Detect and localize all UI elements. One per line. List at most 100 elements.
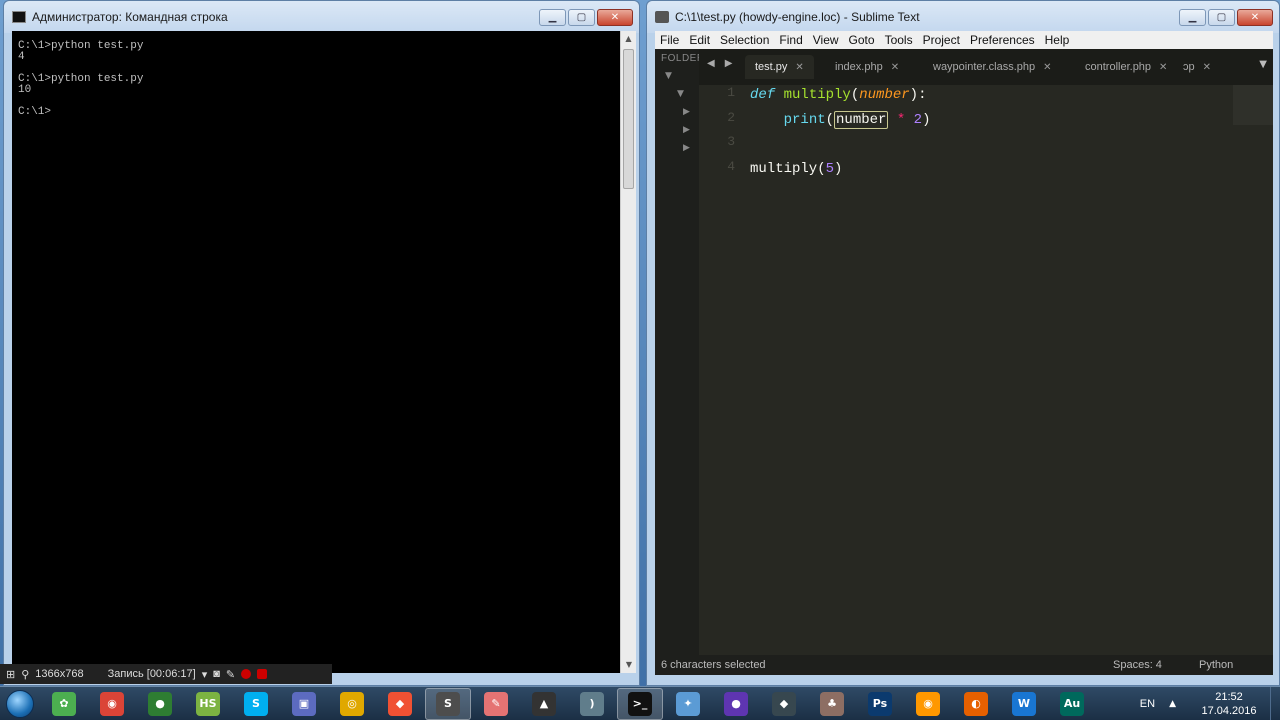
show-desktop-button[interactable] [1270,687,1280,720]
taskbar-app[interactable]: S [425,687,471,720]
tab-nav: ◀ ▶ [707,58,732,69]
taskbar-app[interactable]: W [1001,688,1047,720]
menu-item-goto[interactable]: Goto [844,31,880,49]
close-button[interactable]: ✕ [1237,9,1273,26]
selected-text: number [834,110,889,129]
number: 2 [913,111,923,128]
zoom-icon[interactable]: ⚲ [21,668,29,681]
tab-overflow[interactable]: ɔp ✕ [1173,55,1221,79]
scroll-down-icon[interactable]: ▼ [621,657,637,673]
orange-app-icon: ◉ [916,691,940,716]
taskbar-app[interactable]: HS [185,688,231,720]
camera-icon[interactable]: ◙ [213,668,220,680]
menu-item-project[interactable]: Project [918,31,965,49]
taskbar-app[interactable]: Ps [857,688,903,720]
close-tab-icon[interactable]: ✕ [795,62,803,73]
taskbar-app[interactable]: ✎ [473,688,519,720]
record-icon[interactable] [241,669,252,679]
leaf-app-icon: ✿ [52,691,76,716]
menu-item-view[interactable]: View [808,31,844,49]
code-line: print(number * 2) [750,110,930,137]
close-button[interactable]: ✕ [597,9,633,26]
menu-item-preferences[interactable]: Preferences [965,31,1040,49]
tab-controller[interactable]: controller.php ✕ [1075,55,1177,79]
sidebar[interactable]: FOLDER ▼ ▼ ▶ ▶ ▶ [655,49,704,655]
taskbar-app[interactable]: S [233,688,279,720]
console-output[interactable]: C:\1>python test.py 4 C:\1>python test.py 1… [12,31,620,673]
console-line: C:\1>python test.py [18,40,144,52]
minimize-button[interactable]: ▁ [539,9,566,26]
sublime-window[interactable]: C:\1\test.py (howdy-engine.loc) - Sublim… [646,0,1280,686]
menu-item-find[interactable]: Find [774,31,807,49]
close-tab-icon[interactable]: ✕ [891,62,899,73]
taskbar-app[interactable]: ) [569,688,615,720]
taskbar-app[interactable]: ◉ [89,688,135,720]
menu-item-selection[interactable]: Selection [715,31,774,49]
audition-icon: Au [1060,691,1084,716]
scroll-up-icon[interactable]: ▲ [621,31,636,47]
paren: ( [850,87,860,103]
clock[interactable]: 21:52 17.04.2016 [1194,690,1264,718]
taskbar-app[interactable]: ▲ [521,688,567,720]
start-button[interactable] [0,687,40,720]
maximize-button[interactable]: ▢ [568,9,595,26]
minimize-button[interactable]: ▁ [1179,9,1206,26]
cmd-window-controls: ▁ ▢ ✕ [539,9,633,26]
taskbar-app[interactable]: ✦ [665,688,711,720]
menu-item-tools[interactable]: Tools [880,31,918,49]
dropdown-icon[interactable]: ▾ [202,668,208,681]
taskbar-app[interactable]: ● [713,688,759,720]
taskbar-app[interactable]: ◉ [905,688,951,720]
cmd-icon [12,11,26,23]
taskbar-app[interactable]: ◐ [953,688,999,720]
sublime-window-controls: ▁ ▢ ✕ [1179,9,1273,26]
keyword: def [750,87,776,103]
syntax-status[interactable]: Python [1199,659,1233,671]
folder-collapse-icon[interactable]: ▶ [683,107,690,117]
folder-expand-icon[interactable]: ▼ [665,71,672,81]
tab-waypointer[interactable]: waypointer.class.php ✕ [923,55,1062,79]
close-tab-icon[interactable]: ✕ [1159,62,1167,73]
stop-icon[interactable] [257,669,268,679]
taskbar-app[interactable]: ♣ [809,688,855,720]
media-app-icon: ● [724,691,748,716]
folder-expand-icon[interactable]: ▼ [677,89,684,99]
taskbar-app[interactable]: ◆ [761,688,807,720]
taskbar-app[interactable]: ◆ [377,688,423,720]
taskbar-apps: ✿ ◉ ● HS S ▣ ◎ ◆ S ✎ ▲) >_ ✦ ● ◆ ♣ Ps ◉ ◐ W Au [40,687,1096,720]
folder-collapse-icon[interactable]: ▶ [683,125,690,135]
tab-next-icon[interactable]: ▶ [725,58,733,69]
clock-date: 17.04.2016 [1201,705,1257,717]
close-tab-icon[interactable]: ✕ [1203,62,1211,73]
maximize-button[interactable]: ▢ [1208,9,1235,26]
folder-collapse-icon[interactable]: ▶ [683,143,690,153]
scroll-thumb[interactable] [623,49,634,189]
pen-icon[interactable]: ✎ [226,668,235,681]
menu-item-edit[interactable]: Edit [684,31,715,49]
language-indicator[interactable]: EN [1140,698,1155,710]
recorder-menu-icon[interactable]: ⊞ [6,668,15,681]
taskbar-app[interactable]: ✿ [41,688,87,720]
minimap[interactable] [1233,85,1273,125]
selection-status: 6 characters selected [661,659,766,671]
tray-expand-icon[interactable]: ▲ [1169,699,1176,709]
tab-label: index.php [835,61,883,73]
code-editor[interactable]: def multiply(number): print(number * 2) … [750,87,930,185]
menu-item-help[interactable]: Help [1040,31,1075,49]
console-scrollbar[interactable]: ▲ ▼ [620,31,636,673]
cmd-window[interactable]: Администратор: Командная строка ▁ ▢ ✕ C:… [3,0,640,686]
taskbar-app[interactable]: ▣ [281,688,327,720]
tab-prev-icon[interactable]: ◀ [707,58,715,69]
taskbar-app[interactable]: ● [137,688,183,720]
taskbar-app[interactable]: ◎ [329,688,375,720]
firefox-icon: ◐ [964,691,988,716]
tab-list-icon[interactable]: ▼ [1259,59,1267,70]
tab-index-php[interactable]: index.php ✕ [825,55,909,79]
indentation-status[interactable]: Spaces: 4 [1113,659,1162,671]
close-tab-icon[interactable]: ✕ [1043,62,1051,73]
paren: ( [825,111,835,128]
tab-test-py[interactable]: test.py ✕ [745,55,814,79]
menu-item-file[interactable]: File [655,31,684,49]
taskbar-app[interactable]: Au [1049,688,1095,720]
taskbar-app[interactable]: >_ [617,687,663,720]
